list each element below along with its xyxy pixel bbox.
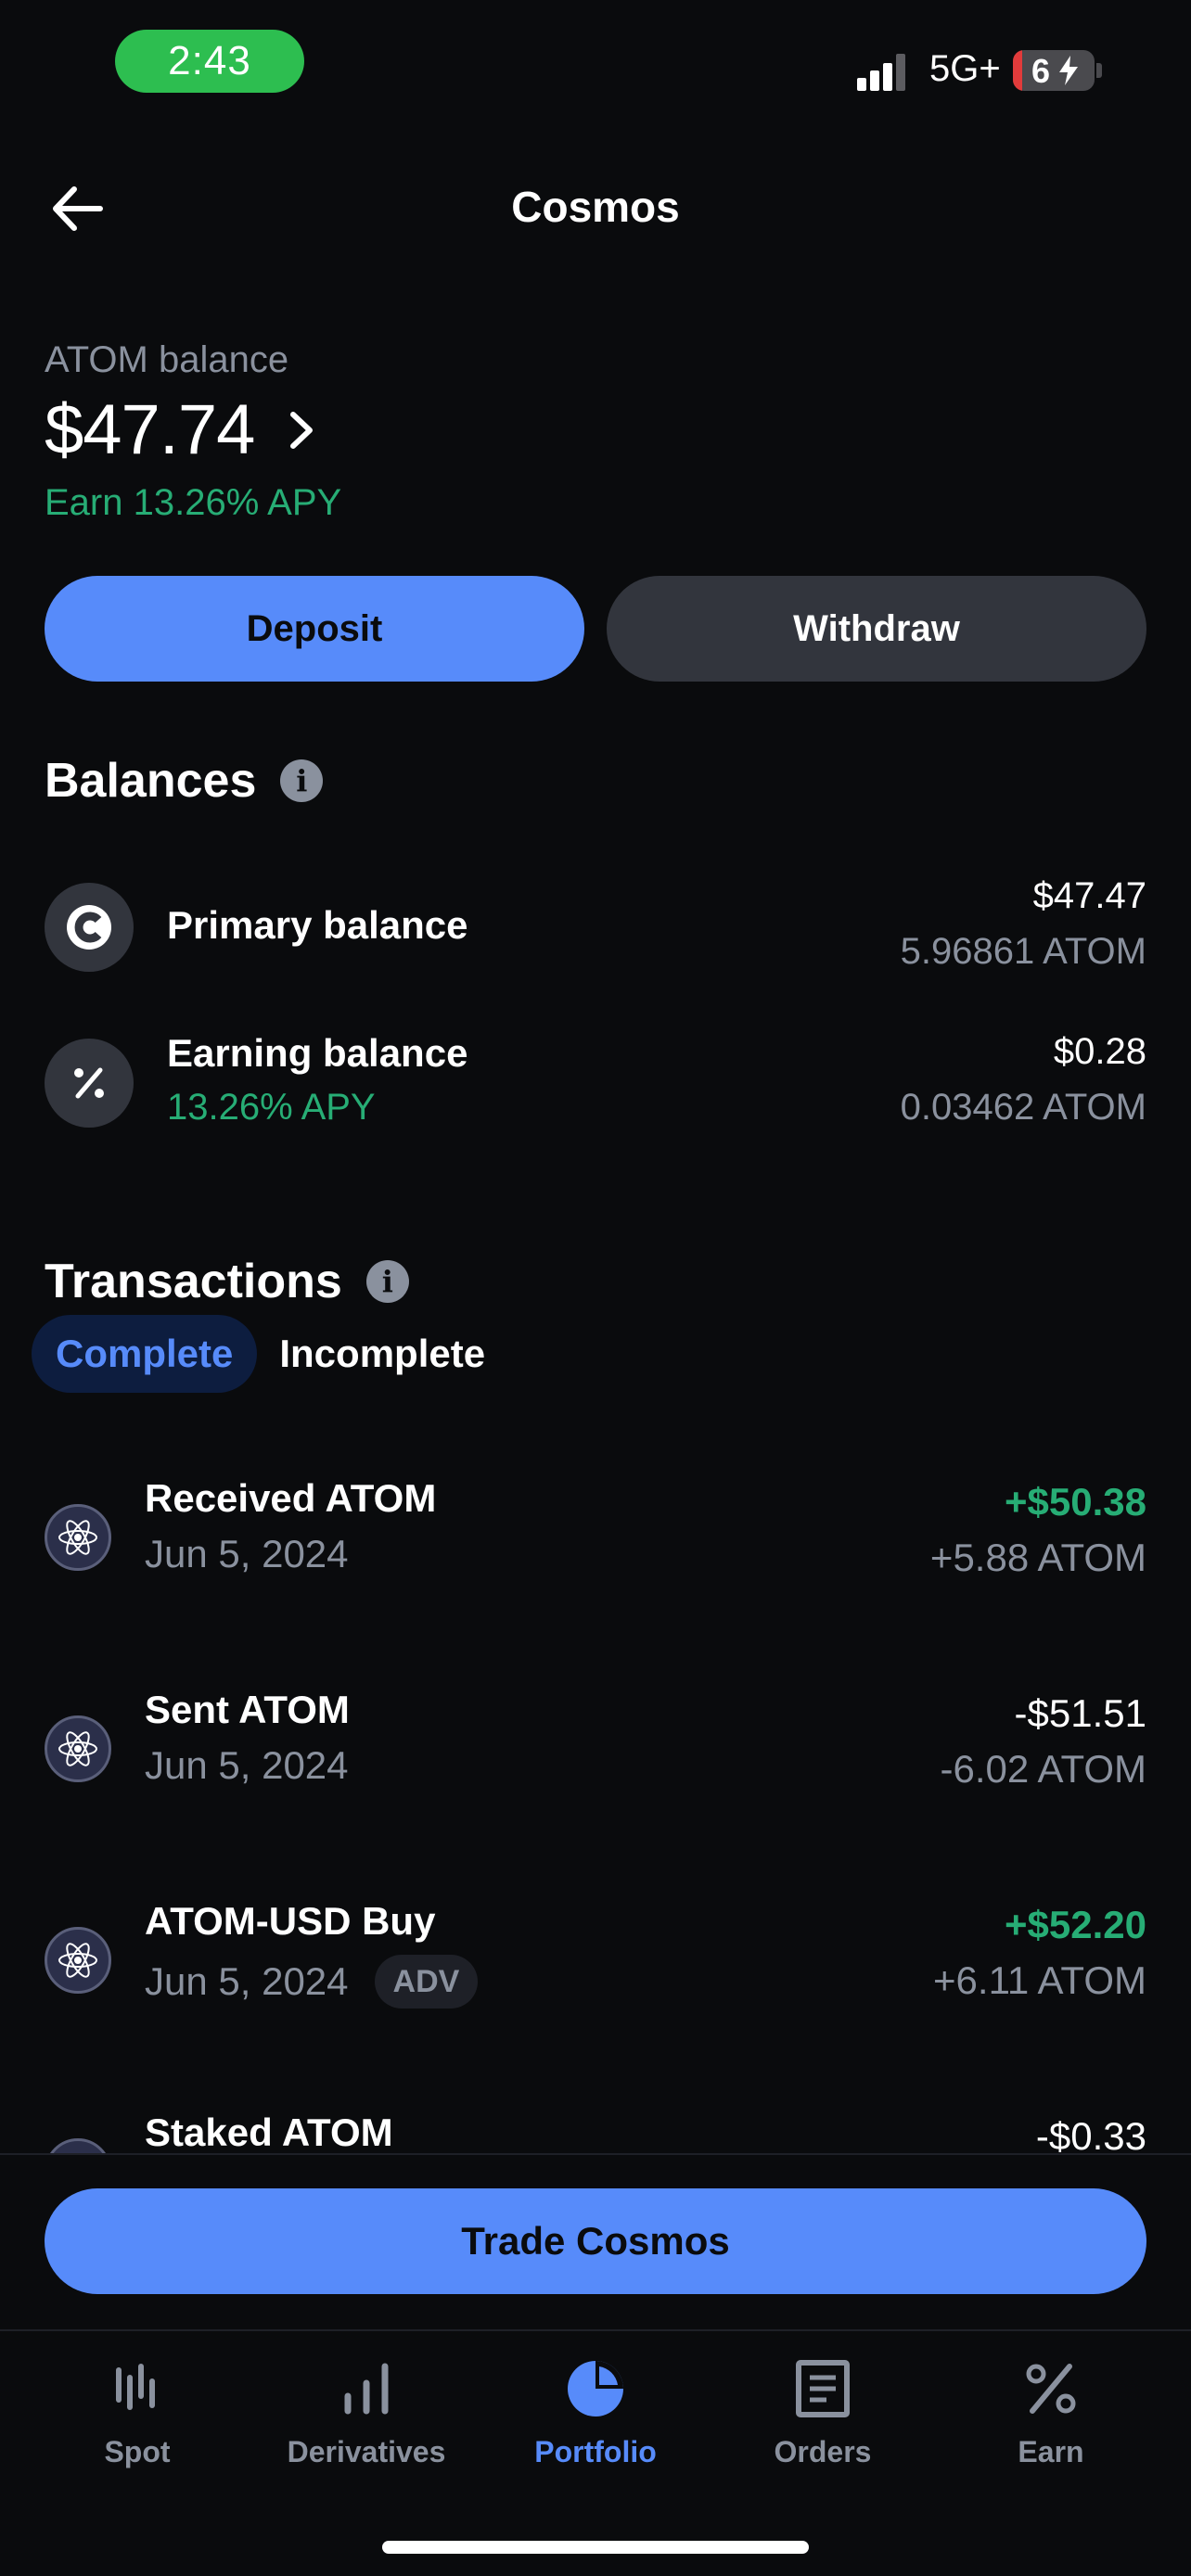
info-icon[interactable]: i [365,1260,409,1303]
percent-icon [45,1039,134,1128]
signal-icon [857,54,905,91]
balance-value-row[interactable]: $47.74 [45,389,319,470]
earning-balance-label: Earning balance [167,1031,468,1075]
balances-heading: Balances [45,754,257,808]
nav-derivatives[interactable]: Derivatives [255,2359,478,2498]
transaction-row[interactable]: Received ATOM Jun 5, 2024 +$50.38 +5.88 … [45,1476,1146,1606]
nav-label: Spot [104,2435,171,2468]
home-indicator[interactable] [382,2541,809,2554]
nav-spot[interactable]: Spot [26,2359,249,2498]
transactions-section-title: Transactions i [45,1254,409,1309]
adv-badge: ADV [374,1955,479,2009]
deposit-button[interactable]: Deposit [45,576,584,682]
battery-level: 6 [1031,52,1051,90]
transaction-quantity: +5.88 ATOM [929,1536,1146,1579]
primary-balance-row[interactable]: Primary balance $47.47 5.96861 ATOM [45,875,1146,977]
bottom-nav: Spot Derivatives Portfolio Orders Earn [0,2329,1191,2576]
primary-balance-atom: 5.96861 ATOM [900,931,1146,972]
earning-balance-row[interactable]: Earning balance 13.26% APY $0.28 0.03462… [45,1031,1146,1133]
status-bar: 2:43 5G+ 6 [0,0,1191,121]
balance-label: ATOM balance [45,339,289,380]
transaction-tabs: Complete Incomplete [32,1315,509,1393]
bar-chart-icon [344,2363,389,2415]
earning-balance-apy: 13.26% APY [167,1087,376,1128]
nav-orders[interactable]: Orders [711,2359,934,2498]
transaction-amount: -$0.33 [1035,2114,1146,2158]
nav-label: Derivatives [287,2435,446,2468]
spot-icon [116,2364,155,2410]
trade-cosmos-button[interactable]: Trade Cosmos [45,2188,1146,2294]
trade-bar: Trade Cosmos [0,2153,1191,2329]
percent-icon [1026,2364,1076,2414]
tab-complete[interactable]: Complete [32,1315,258,1393]
atom-icon [45,1715,111,1782]
nav-portfolio[interactable]: Portfolio [484,2359,707,2498]
nav-label: Portfolio [534,2435,657,2468]
atom-icon [45,1927,111,1994]
tab-incomplete[interactable]: Incomplete [257,1315,509,1393]
status-time: 2:43 [115,30,304,93]
earn-apy-link[interactable]: Earn 13.26% APY [45,482,341,524]
transaction-date: Jun 5, 2024 [145,1532,349,1575]
battery-icon: 6 [1013,50,1095,91]
transaction-amount: -$51.51 [1014,1691,1146,1735]
nav-label: Orders [774,2435,872,2468]
transaction-title: Received ATOM [145,1476,437,1520]
transaction-row[interactable]: ATOM-USD Buy Jun 5, 2024 ADV +$52.20 +6.… [45,1899,1146,2029]
document-icon [796,2360,850,2417]
atom-icon [45,1504,111,1571]
transaction-title: ATOM-USD Buy [145,1899,436,1943]
transaction-row[interactable]: Sent ATOM Jun 5, 2024 -$51.51 -6.02 ATOM [45,1688,1146,1817]
header: Cosmos [0,167,1191,250]
transaction-quantity: +6.11 ATOM [933,1958,1146,2002]
balances-section-title: Balances i [45,753,324,809]
balance-value: $47.74 [45,390,255,469]
primary-balance-usd: $47.47 [1032,875,1146,916]
coinbase-icon [45,883,134,972]
network-label: 5G+ [929,48,1001,89]
nav-earn[interactable]: Earn [940,2359,1162,2498]
transactions-heading: Transactions [45,1255,342,1308]
transaction-title: Sent ATOM [145,1688,350,1731]
primary-balance-label: Primary balance [167,903,468,947]
info-icon[interactable]: i [280,759,324,802]
transaction-quantity: -6.02 ATOM [940,1747,1146,1791]
transaction-date: Jun 5, 2024 ADV [145,1955,479,2009]
chevron-right-icon [290,411,314,449]
withdraw-button[interactable]: Withdraw [607,576,1146,682]
transaction-amount: +$50.38 [1005,1480,1146,1524]
pie-chart-icon [568,2361,623,2417]
nav-label: Earn [1018,2435,1084,2468]
earning-balance-atom: 0.03462 ATOM [900,1087,1146,1128]
earning-balance-usd: $0.28 [1053,1031,1146,1072]
page-title: Cosmos [511,183,680,231]
transaction-date: Jun 5, 2024 [145,1743,349,1787]
transaction-amount: +$52.20 [1005,1903,1146,1946]
transaction-title: Staked ATOM [145,2111,393,2154]
